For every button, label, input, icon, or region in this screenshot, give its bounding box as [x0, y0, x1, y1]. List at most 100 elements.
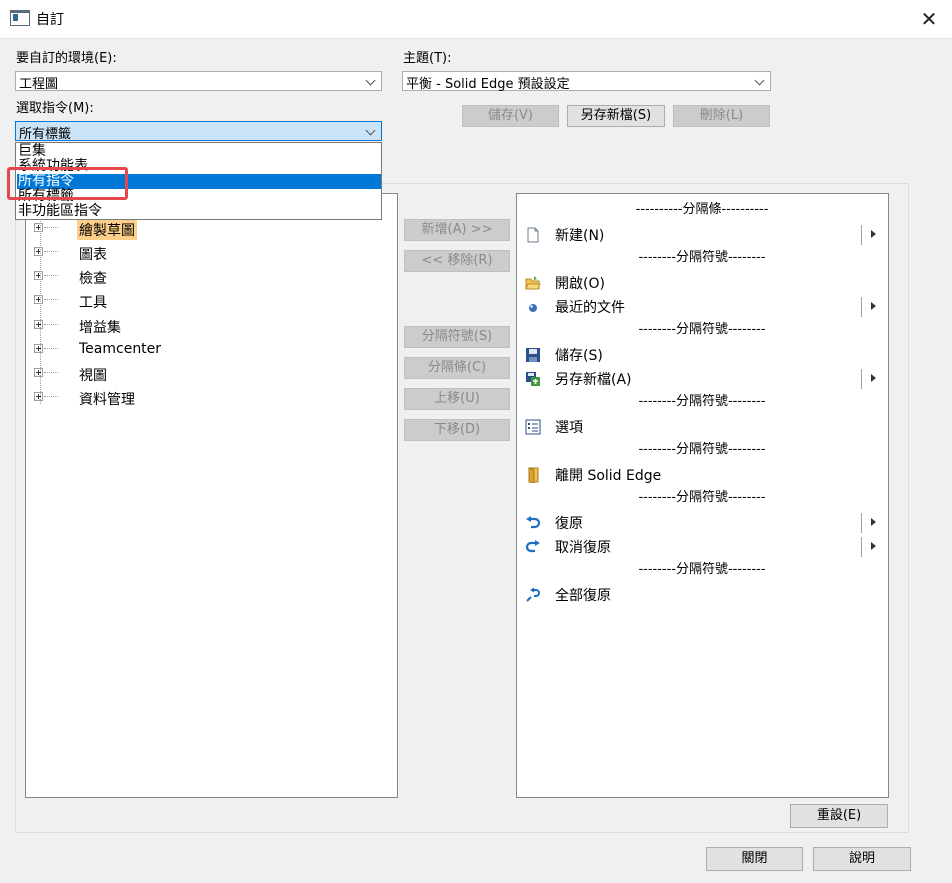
theme-delete-button[interactable]: 刪除(L)	[673, 105, 770, 127]
menu-command-label: 選項	[555, 420, 583, 436]
separator-line[interactable]: --------分隔符號--------	[517, 318, 887, 337]
move-down-button[interactable]: 下移(D)	[404, 419, 510, 441]
separator-bar-button[interactable]: 分隔條(C)	[404, 357, 510, 379]
expand-plus-icon[interactable]	[34, 271, 43, 280]
remove-button[interactable]: << 移除(R)	[404, 250, 510, 272]
undo-all-icon	[525, 587, 541, 603]
menu-command-list[interactable]: ----------分隔條---------- 新建(N) --------分隔符號…	[516, 193, 889, 798]
menu-command-item[interactable]: 最近的文件	[517, 295, 887, 319]
close-window-button[interactable]: ✕	[912, 4, 946, 34]
redo-icon	[525, 539, 541, 555]
submenu-arrow-icon[interactable]	[871, 230, 876, 238]
menu-command-label: 復原	[555, 516, 583, 532]
submenu-arrow-icon[interactable]	[871, 542, 876, 550]
tree-connector	[44, 251, 58, 252]
submenu-arrow-icon[interactable]	[871, 518, 876, 526]
tree-connector	[44, 372, 58, 373]
tree-item-label: 檢查	[79, 271, 107, 287]
window-title: 自訂	[36, 12, 64, 28]
menu-command-item[interactable]: 取消復原	[517, 535, 887, 559]
separator-line[interactable]: --------分隔符號--------	[517, 438, 887, 457]
separator-line[interactable]: --------分隔符號--------	[517, 246, 887, 265]
menu-command-label: 離開 Solid Edge	[555, 468, 662, 484]
reset-button[interactable]: 重設(E)	[790, 804, 888, 828]
chevron-down-icon	[365, 122, 377, 140]
menu-command-item[interactable]: 新建(N)	[517, 223, 887, 247]
annotation-highlight-box	[7, 167, 128, 200]
tree-connector-line	[40, 216, 41, 404]
tree-connector	[44, 324, 58, 325]
menu-command-item[interactable]: 復原	[517, 511, 887, 535]
menu-command-item[interactable]: 開啟(O)	[517, 271, 887, 295]
tree-item[interactable]: 圖表	[26, 242, 386, 264]
dropdown-option[interactable]: 巨集	[17, 144, 381, 159]
environment-select[interactable]: 工程圖	[15, 71, 382, 92]
menu-command-label: 最近的文件	[555, 300, 625, 316]
theme-save-button[interactable]: 儲存(V)	[462, 105, 559, 127]
tree-connector	[44, 396, 58, 397]
separator-line[interactable]: ----------分隔條----------	[517, 198, 887, 217]
select-command-select[interactable]: 所有標籤	[15, 121, 382, 142]
tree-connector	[44, 227, 58, 228]
submenu-divider	[861, 225, 862, 245]
expand-plus-icon[interactable]	[34, 320, 43, 329]
theme-value: 平衡 - Solid Edge 預設設定	[406, 77, 570, 92]
title-bar: 自訂 ✕	[0, 0, 952, 39]
expand-plus-icon[interactable]	[34, 368, 43, 377]
new-document-icon	[525, 227, 541, 243]
menu-command-label: 另存新檔(A)	[555, 372, 632, 388]
expand-plus-icon[interactable]	[34, 223, 43, 232]
separator-line[interactable]: --------分隔符號--------	[517, 390, 887, 409]
close-button[interactable]: 關閉	[706, 847, 803, 871]
move-up-button[interactable]: 上移(U)	[404, 388, 510, 410]
menu-command-label: 取消復原	[555, 540, 611, 556]
expand-plus-icon[interactable]	[34, 295, 43, 304]
menu-command-item[interactable]: 全部復原	[517, 583, 887, 607]
environment-value: 工程圖	[19, 77, 59, 92]
menu-command-item[interactable]: 儲存(S)	[517, 343, 887, 367]
open-folder-icon	[525, 275, 541, 291]
tree-connector	[44, 299, 58, 300]
expand-plus-icon[interactable]	[34, 392, 43, 401]
expand-plus-icon[interactable]	[34, 344, 43, 353]
help-button[interactable]: 說明	[813, 847, 911, 871]
separator-symbol-button[interactable]: 分隔符號(S)	[404, 326, 510, 348]
tree-item[interactable]: 檢查	[26, 266, 386, 288]
tree-item[interactable]: 資料管理	[26, 387, 386, 409]
add-button[interactable]: 新增(A) >>	[404, 219, 510, 241]
save-as-icon	[525, 371, 541, 387]
separator-line[interactable]: --------分隔符號--------	[517, 486, 887, 505]
submenu-arrow-icon[interactable]	[871, 302, 876, 310]
submenu-divider	[861, 369, 862, 389]
tree-item[interactable]: 工具	[26, 290, 386, 312]
menu-command-item[interactable]: 選項	[517, 415, 887, 439]
dropdown-option[interactable]: 非功能區指令	[17, 204, 381, 219]
tree-item[interactable]: 繪製草圖	[26, 218, 386, 240]
menu-command-label: 儲存(S)	[555, 348, 603, 364]
tree-item[interactable]: 視圖	[26, 363, 386, 385]
submenu-arrow-icon[interactable]	[871, 374, 876, 382]
tree-item-label: 視圖	[79, 368, 107, 384]
separator-line[interactable]: --------分隔符號--------	[517, 558, 887, 577]
theme-select[interactable]: 平衡 - Solid Edge 預設設定	[402, 71, 771, 92]
environment-label: 要自訂的環境(E):	[16, 51, 117, 66]
select-command-value: 所有標籤	[19, 127, 72, 142]
submenu-divider	[861, 297, 862, 317]
menu-command-item[interactable]: 離開 Solid Edge	[517, 463, 887, 487]
tree-item[interactable]: Teamcenter	[26, 339, 386, 361]
select-command-label: 選取指令(M):	[16, 101, 94, 116]
tree-item-label: Teamcenter	[79, 341, 162, 357]
theme-save-as-button[interactable]: 另存新檔(S)	[567, 105, 665, 127]
submenu-divider	[861, 513, 862, 533]
exit-door-icon	[525, 467, 541, 484]
tree-item[interactable]: 增益集	[26, 315, 386, 337]
window-app-icon	[10, 10, 30, 26]
command-tree[interactable]: 繪製草圖 圖表檢查工具增益集 Teamcenter 視圖資料管理	[25, 193, 398, 798]
menu-command-item[interactable]: 另存新檔(A)	[517, 367, 887, 391]
chevron-down-icon	[365, 72, 377, 90]
save-disk-icon	[525, 347, 541, 363]
expand-plus-icon[interactable]	[34, 247, 43, 256]
tree-item-label: 資料管理	[79, 392, 135, 408]
tree-item-label: 繪製草圖	[77, 220, 137, 240]
tree-item-label: 工具	[79, 295, 107, 311]
